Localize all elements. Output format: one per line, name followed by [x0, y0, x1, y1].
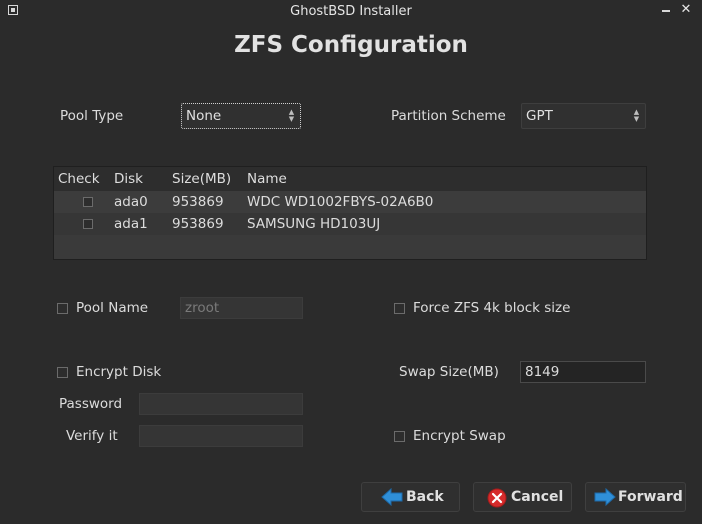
- encrypt-swap-label: Encrypt Swap: [413, 428, 506, 444]
- minimize-icon[interactable]: [660, 4, 672, 16]
- name-cell: SAMSUNG HD103UJ: [247, 216, 381, 232]
- column-header-check[interactable]: Check: [58, 171, 100, 187]
- column-header-disk[interactable]: Disk: [114, 171, 143, 187]
- page-title: ZFS Configuration: [234, 32, 468, 58]
- close-icon[interactable]: ✕: [680, 3, 692, 16]
- encrypt-disk-label: Encrypt Disk: [76, 364, 162, 380]
- column-header-size[interactable]: Size(MB): [172, 171, 231, 187]
- pool-name-input[interactable]: zroot: [180, 297, 303, 319]
- name-cell: WDC WD1002FBYS-02A6B0: [247, 194, 434, 210]
- disk-table-header: Check Disk Size(MB) Name: [54, 167, 646, 191]
- table-row[interactable]: ada1 953869 SAMSUNG HD103UJ: [54, 213, 646, 235]
- swap-size-label: Swap Size(MB): [399, 364, 499, 380]
- chevron-updown-icon: ▲ ▼: [633, 108, 640, 123]
- swap-size-input[interactable]: 8149: [520, 361, 646, 383]
- encrypt-disk-checkbox[interactable]: [57, 367, 68, 378]
- pool-name-label: Pool Name: [76, 300, 149, 316]
- back-button[interactable]: Back: [361, 482, 460, 512]
- password-input[interactable]: [139, 393, 303, 415]
- table-empty-area: [54, 235, 646, 259]
- force-4k-label: Force ZFS 4k block size: [413, 300, 571, 316]
- verify-label: Verify it: [66, 428, 118, 444]
- password-label: Password: [59, 396, 123, 412]
- table-row[interactable]: ada0 953869 WDC WD1002FBYS-02A6B0: [54, 191, 646, 213]
- pool-type-label: Pool Type: [60, 108, 124, 124]
- force-4k-checkbox[interactable]: [394, 303, 405, 314]
- size-cell: 953869: [172, 194, 224, 210]
- disk-cell: ada0: [114, 194, 148, 210]
- partition-scheme-select[interactable]: GPT ▲ ▼: [521, 103, 646, 129]
- verify-password-input[interactable]: [139, 425, 303, 447]
- disk-cell: ada1: [114, 216, 148, 232]
- disk-check-checkbox[interactable]: [83, 219, 93, 229]
- forward-button[interactable]: Forward: [585, 482, 686, 512]
- title-bar: GhostBSD Installer ✕: [0, 0, 702, 22]
- pool-type-select[interactable]: None ▲ ▼: [181, 103, 301, 129]
- size-cell: 953869: [172, 216, 224, 232]
- forward-label: Forward: [618, 489, 683, 505]
- partition-scheme-value: GPT: [526, 108, 553, 124]
- window-title: GhostBSD Installer: [290, 4, 412, 19]
- disk-table[interactable]: Check Disk Size(MB) Name ada0 953869 WDC…: [53, 166, 647, 260]
- pool-name-checkbox[interactable]: [57, 303, 68, 314]
- cancel-button[interactable]: Cancel: [473, 482, 572, 512]
- disk-check-checkbox[interactable]: [83, 197, 93, 207]
- back-label: Back: [406, 489, 444, 505]
- arrow-right-icon: [594, 488, 616, 506]
- chevron-updown-icon: ▲ ▼: [288, 108, 295, 123]
- partition-scheme-label: Partition Scheme: [391, 108, 506, 124]
- pool-type-value: None: [186, 108, 222, 124]
- encrypt-swap-checkbox[interactable]: [394, 431, 405, 442]
- cancel-icon: [487, 488, 507, 508]
- column-header-name[interactable]: Name: [247, 171, 287, 187]
- cancel-label: Cancel: [511, 489, 564, 505]
- arrow-left-icon: [381, 488, 403, 506]
